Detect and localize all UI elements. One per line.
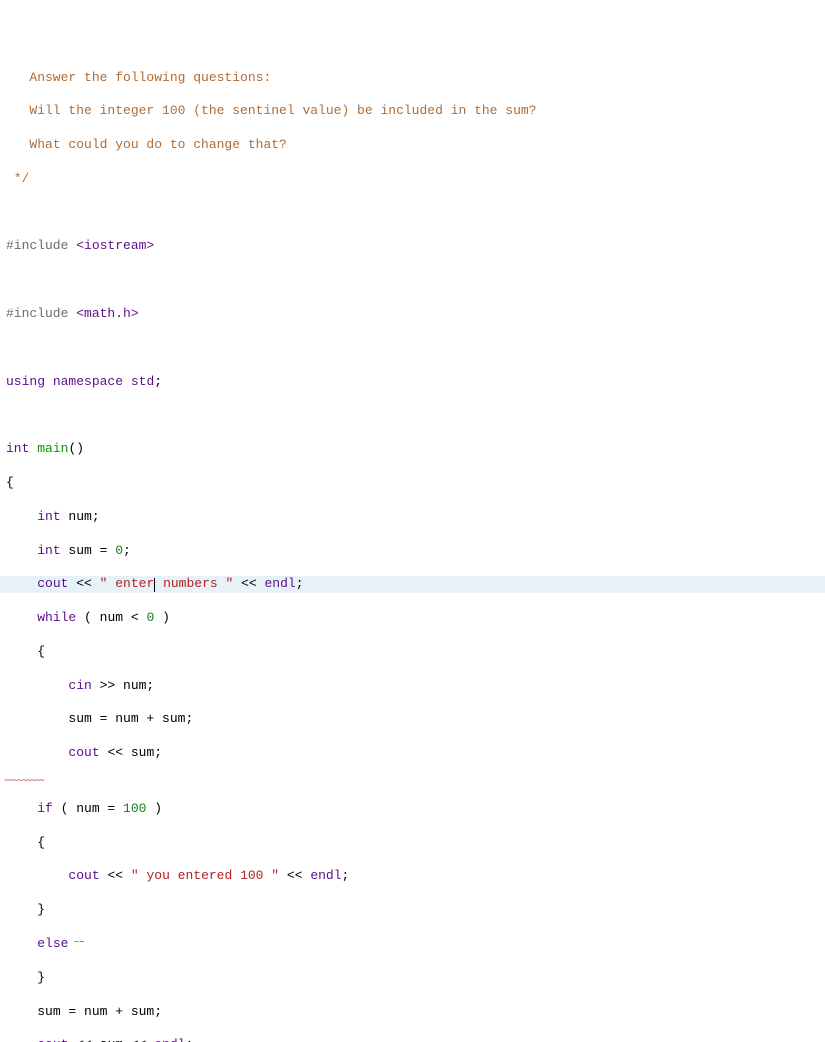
number: 0 <box>115 543 123 558</box>
code-line: #include <math.h> <box>0 306 825 323</box>
code-text: ) <box>146 801 162 816</box>
code-line: while ( num < 0 ) <box>0 610 825 627</box>
type: int <box>6 441 29 456</box>
keyword: endl <box>154 1037 185 1042</box>
keyword: endl <box>310 868 341 883</box>
string: " you entered 100 " <box>131 868 279 883</box>
code-line: { <box>0 835 825 852</box>
type: int <box>37 509 60 524</box>
code-text: << sum << <box>68 1037 154 1042</box>
blank-line <box>0 205 825 222</box>
code-line: if ( num = 100 ) <box>0 801 825 818</box>
code-text: ( num < <box>76 610 146 625</box>
preproc: #include <box>6 306 76 321</box>
code-line: What could you do to change that? <box>0 137 825 154</box>
keyword: while <box>37 610 76 625</box>
comment-text: Answer the following questions: <box>6 70 271 85</box>
type: int <box>37 543 60 558</box>
blank-line <box>0 272 825 289</box>
comment-text: */ <box>6 171 29 186</box>
code-text: num; <box>61 509 100 524</box>
include-header: <iostream> <box>76 238 154 253</box>
keyword: else <box>37 936 68 951</box>
code-line: int sum = 0; <box>0 543 825 560</box>
keyword: cout <box>68 868 99 883</box>
namespace-name: std <box>131 374 154 389</box>
code-line: { <box>0 644 825 661</box>
comment-text: Will the integer 100 (the sentinel value… <box>6 103 537 118</box>
code-text: ) <box>154 610 170 625</box>
keyword: cout <box>37 576 68 591</box>
code-line: Will the integer 100 (the sentinel value… <box>0 103 825 120</box>
code-line: { <box>0 475 825 492</box>
comment-text: What could you do to change that? <box>6 137 287 152</box>
error-squiggle: ~~ <box>68 938 84 948</box>
code-line: cout << sum; <box>0 745 825 762</box>
code-line: int main() <box>0 441 825 458</box>
keyword: namespace <box>53 374 123 389</box>
code-text: << sum; <box>100 745 162 760</box>
code-text: >> num; <box>92 678 154 693</box>
keyword: endl <box>265 576 296 591</box>
code-line: #include <iostream> <box>0 238 825 255</box>
highlighted-line: cout << " enter numbers " << endl; <box>0 576 825 593</box>
keyword: using <box>6 374 45 389</box>
keyword: cout <box>68 745 99 760</box>
preproc: #include <box>6 238 76 253</box>
code-text: ( num = <box>53 801 123 816</box>
function-name: main <box>37 441 68 456</box>
code-line: using namespace std; <box>0 374 825 391</box>
code-line: else ~~ <box>0 936 825 953</box>
code-text: sum = <box>61 543 116 558</box>
code-line: sum = num + sum; <box>0 1004 825 1021</box>
code-line: sum = num + sum; <box>0 711 825 728</box>
code-line: } <box>0 902 825 919</box>
code-line: cin >> num; <box>0 678 825 695</box>
code-text: sum = num + sum; <box>37 1004 162 1019</box>
include-header: <math.h> <box>76 306 138 321</box>
code-line: } <box>0 970 825 987</box>
blank-line <box>0 340 825 357</box>
string: numbers " <box>155 576 233 591</box>
code-line: cout << " you entered 100 " << endl; <box>0 868 825 885</box>
code-line: cout << sum << endl; <box>0 1037 825 1042</box>
keyword: if <box>37 801 53 816</box>
keyword: cout <box>37 1037 68 1042</box>
code-line: int num; <box>0 509 825 526</box>
code-text: sum = num + sum; <box>68 711 193 726</box>
code-line: */ <box>0 171 825 188</box>
code-line: Answer the following questions: <box>0 70 825 87</box>
keyword: cin <box>68 678 91 693</box>
number: 100 <box>123 801 146 816</box>
string: " enter <box>100 576 155 591</box>
error-squiggle: ~~~~~~~~~ <box>0 779 825 784</box>
number: 0 <box>146 610 154 625</box>
blank-line <box>0 407 825 424</box>
